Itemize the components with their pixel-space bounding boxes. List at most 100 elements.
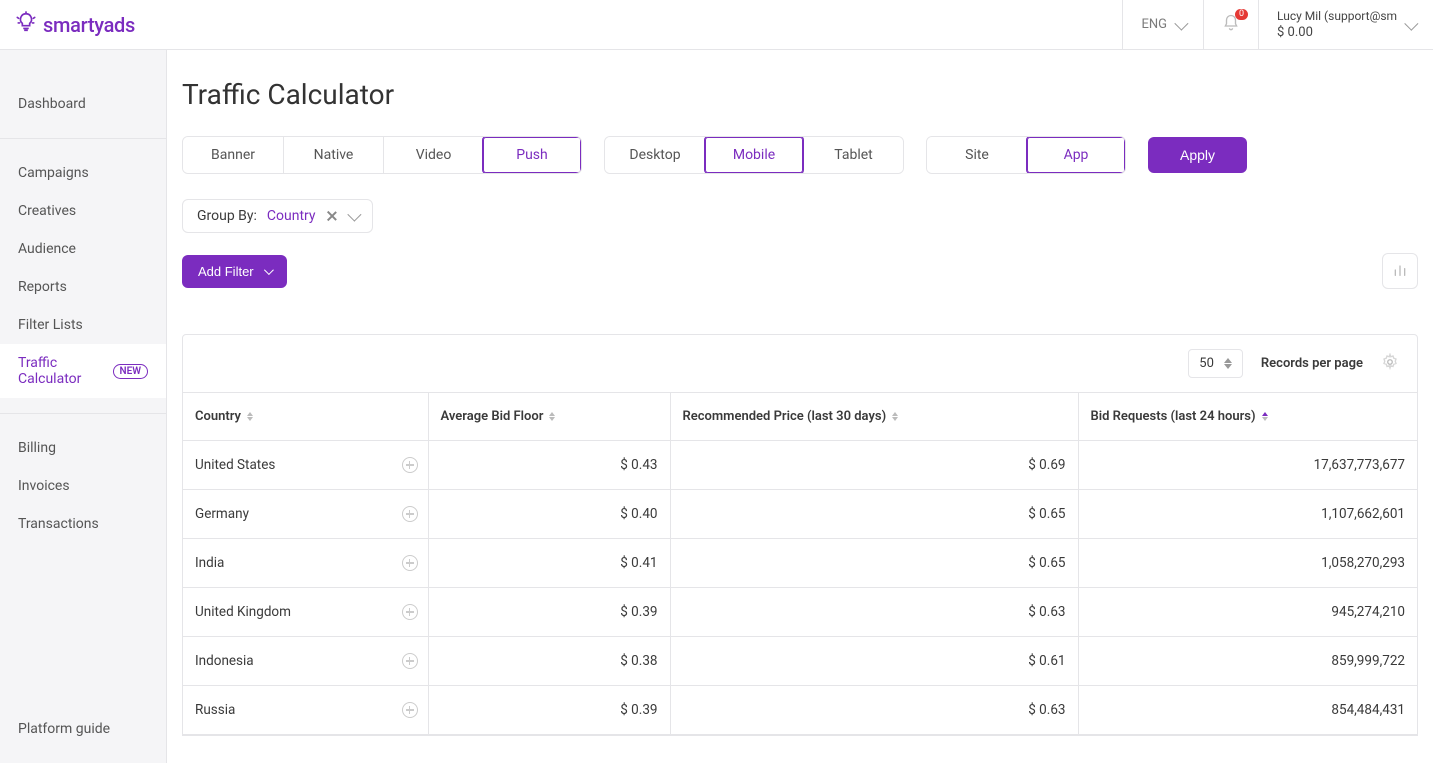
table-row: India$ 0.41$ 0.651,058,270,293 — [183, 539, 1417, 588]
add-circle-icon[interactable] — [402, 702, 418, 718]
table-toolbar: 50 Records per page — [183, 335, 1417, 392]
seg-group-device: DesktopMobileTablet — [604, 136, 904, 174]
column-label: Average Bid Floor — [441, 409, 544, 424]
main-content: Traffic Calculator BannerNativeVideoPush… — [167, 50, 1433, 763]
table-body: United States$ 0.43$ 0.6917,637,773,677G… — [183, 441, 1417, 735]
cell-country: Germany — [183, 490, 428, 539]
settings-button[interactable] — [1381, 353, 1399, 375]
chevron-down-icon — [1174, 16, 1188, 30]
cell-value: 854,484,431 — [1078, 686, 1417, 735]
sidebar-item-billing[interactable]: Billing — [0, 429, 166, 467]
sort-icon — [549, 412, 555, 421]
sidebar-item-transactions[interactable]: Transactions — [0, 505, 166, 543]
sort-icon — [247, 412, 253, 421]
seg-device-desktop[interactable]: Desktop — [605, 137, 705, 173]
column-header[interactable]: Average Bid Floor — [428, 393, 670, 441]
add-circle-icon[interactable] — [402, 457, 418, 473]
cell-country: United Kingdom — [183, 588, 428, 637]
sidebar-item-audience[interactable]: Audience — [0, 230, 166, 268]
seg-placement-app[interactable]: App — [1026, 136, 1126, 174]
user-name: Lucy Mil (support@sma — [1277, 9, 1397, 23]
cell-country: United States — [183, 441, 428, 490]
seg-format-push[interactable]: Push — [482, 136, 582, 174]
user-balance: $ 0.00 — [1277, 25, 1397, 40]
stepper-icon — [1224, 358, 1232, 369]
sidebar: Dashboard Campaigns Creatives AudienceRepo… — [0, 50, 167, 763]
group-by-label: Group By: — [197, 208, 257, 224]
page-title: Traffic Calculator — [182, 78, 1418, 111]
sort-icon — [892, 412, 898, 421]
seg-device-tablet[interactable]: Tablet — [803, 137, 903, 173]
cell-value: $ 0.40 — [428, 490, 670, 539]
sidebar-item-label: Transactions — [18, 516, 99, 532]
cell-value: $ 0.39 — [428, 588, 670, 637]
add-circle-icon[interactable] — [402, 555, 418, 571]
add-filter-button[interactable]: Add Filter — [182, 255, 287, 288]
table-row: Indonesia$ 0.38$ 0.61859,999,722 — [183, 637, 1417, 686]
chart-view-button[interactable] — [1382, 253, 1418, 289]
filter-row: BannerNativeVideoPush DesktopMobileTable… — [182, 136, 1418, 174]
brand-logo[interactable]: smartyads — [15, 11, 135, 38]
cell-value: $ 0.63 — [670, 686, 1078, 735]
filter-actions: Add Filter — [182, 253, 1418, 289]
column-header[interactable]: Bid Requests (last 24 hours) — [1078, 393, 1417, 441]
group-by-selector[interactable]: Group By: Country — [182, 199, 373, 233]
sidebar-item-traffic-calculator[interactable]: Traffic CalculatorNEW — [0, 344, 166, 398]
table-container: 50 Records per page — [182, 334, 1418, 736]
column-label: Bid Requests (last 24 hours) — [1091, 409, 1256, 424]
cell-value: $ 0.38 — [428, 637, 670, 686]
lang-selector[interactable]: ENG — [1122, 0, 1203, 49]
cell-value: 17,637,773,677 — [1078, 441, 1417, 490]
column-header[interactable]: Country — [183, 393, 428, 441]
sidebar-item-label: Platform guide — [18, 721, 110, 737]
seg-placement-site[interactable]: Site — [927, 137, 1027, 173]
nav-group-low: Billing Invoices Transactions — [0, 414, 166, 558]
seg-group-format: BannerNativeVideoPush — [182, 136, 582, 174]
sidebar-item-label: Creatives — [18, 203, 76, 219]
nav-group-footer: Platform guide — [0, 695, 166, 763]
sidebar-item-platform-guide[interactable]: Platform guide — [0, 710, 166, 748]
cell-value: 859,999,722 — [1078, 637, 1417, 686]
seg-format-banner[interactable]: Banner — [183, 137, 283, 173]
header-right: ENG 0 Lucy Mil (support@sma $ 0.00 — [1122, 0, 1433, 49]
column-header[interactable]: Recommended Price (last 30 days) — [670, 393, 1078, 441]
header: smartyads ENG 0 Lucy Mil (support@sma $ … — [0, 0, 1433, 50]
sidebar-item-label: Billing — [18, 440, 56, 456]
close-icon[interactable] — [326, 210, 338, 222]
add-circle-icon[interactable] — [402, 506, 418, 522]
apply-button[interactable]: Apply — [1148, 137, 1247, 173]
sidebar-item-reports[interactable]: Reports — [0, 268, 166, 306]
sidebar-item-label: Campaigns — [18, 165, 89, 181]
add-circle-icon[interactable] — [402, 604, 418, 620]
gear-icon — [1381, 360, 1399, 375]
seg-format-native[interactable]: Native — [283, 137, 383, 173]
sidebar-item-dashboard[interactable]: Dashboard — [0, 85, 166, 123]
chevron-down-icon — [347, 208, 361, 222]
sidebar-item-filter-lists[interactable]: Filter Lists — [0, 306, 166, 344]
bell-icon: 0 — [1222, 14, 1240, 36]
seg-format-video[interactable]: Video — [383, 137, 483, 173]
user-info: Lucy Mil (support@sma $ 0.00 — [1277, 9, 1397, 40]
table-row: Russia$ 0.39$ 0.63854,484,431 — [183, 686, 1417, 735]
notifications-button[interactable]: 0 — [1203, 0, 1258, 49]
apply-label: Apply — [1180, 147, 1215, 163]
cell-value: 1,107,662,601 — [1078, 490, 1417, 539]
lang-label: ENG — [1141, 17, 1167, 32]
sidebar-item-label: Traffic Calculator — [18, 355, 105, 387]
sidebar-item-invoices[interactable]: Invoices — [0, 467, 166, 505]
cell-country: India — [183, 539, 428, 588]
column-label: Country — [195, 409, 241, 424]
chevron-down-icon — [264, 265, 274, 275]
table-row: Germany$ 0.40$ 0.651,107,662,601 — [183, 490, 1417, 539]
add-circle-icon[interactable] — [402, 653, 418, 669]
sidebar-item-label: Invoices — [18, 478, 70, 494]
sidebar-item-label: Filter Lists — [18, 317, 83, 333]
user-menu[interactable]: Lucy Mil (support@sma $ 0.00 — [1258, 0, 1433, 49]
nav-group-mid: Campaigns Creatives AudienceReports Filter … — [0, 139, 166, 413]
nav-group-top: Dashboard — [0, 70, 166, 138]
page-size-selector[interactable]: 50 — [1188, 349, 1243, 378]
data-table: Country Average Bid Floor Recommended Pric… — [183, 392, 1417, 735]
sidebar-item-creatives[interactable]: Creatives — [0, 192, 166, 230]
sidebar-item-campaigns[interactable]: Campaigns — [0, 154, 166, 192]
seg-device-mobile[interactable]: Mobile — [704, 136, 804, 174]
